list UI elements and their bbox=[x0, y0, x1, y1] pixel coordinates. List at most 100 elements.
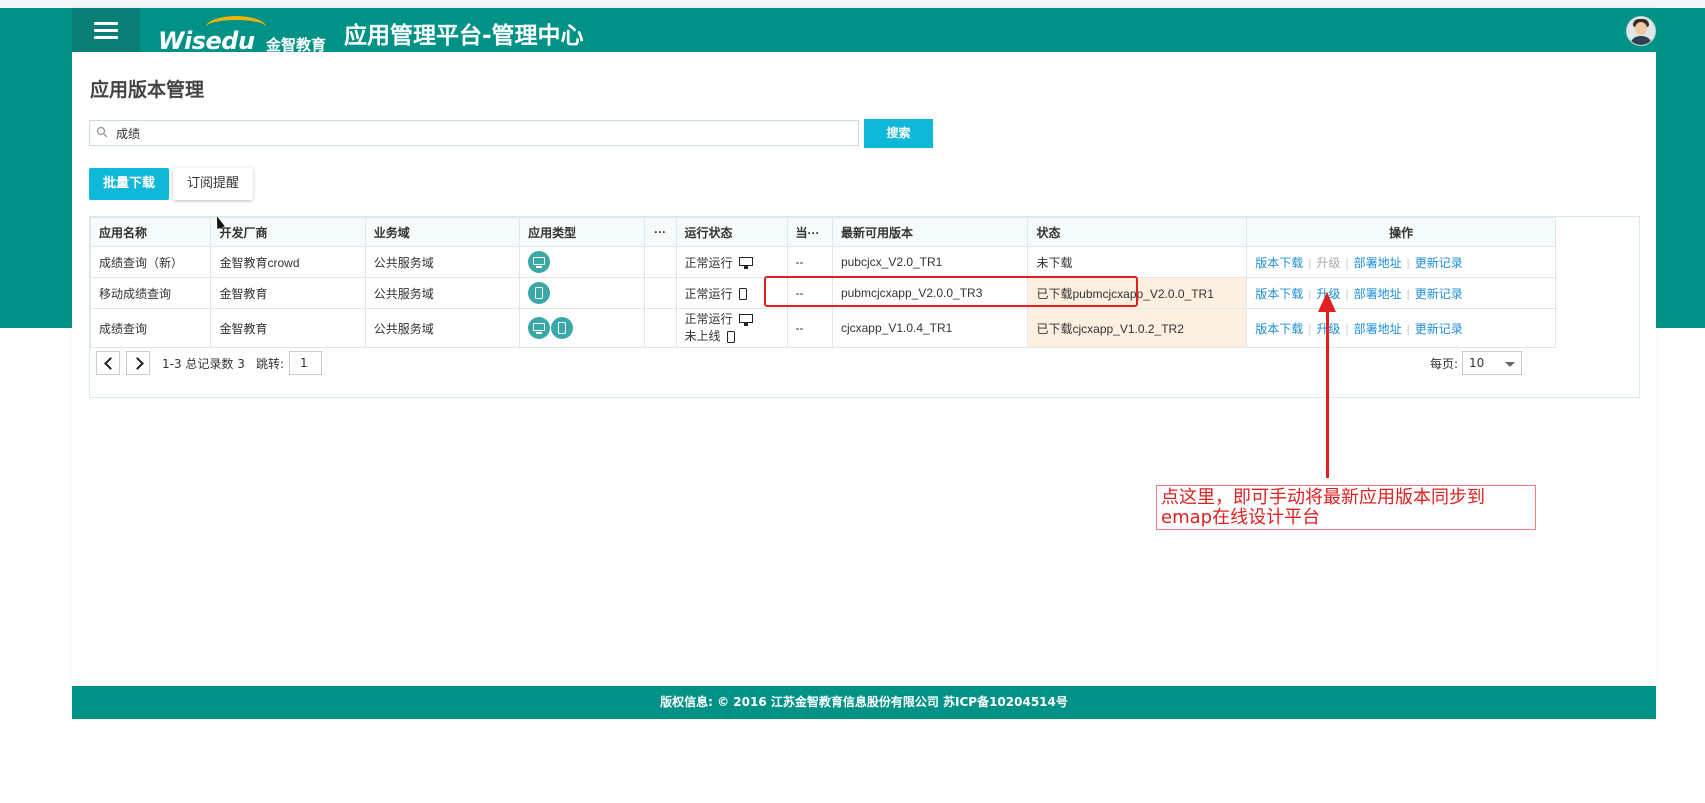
cell-more bbox=[643, 277, 677, 309]
next-page-button[interactable] bbox=[126, 351, 150, 375]
divider: | bbox=[1308, 255, 1312, 270]
annotation-highlight-box bbox=[764, 276, 1138, 307]
cell-latest-version: pubcjcx_V2.0_TR1 bbox=[831, 246, 1029, 278]
version-download-link[interactable]: 版本下载 bbox=[1255, 256, 1303, 270]
update-log-link[interactable]: 更新记录 bbox=[1415, 322, 1463, 336]
column-header-run-status[interactable]: 运行状态 bbox=[675, 217, 788, 247]
cell-name: 成绩查询 bbox=[89, 308, 212, 348]
pc-type-icon bbox=[528, 251, 551, 273]
cell-run-status: 正常运行 bbox=[675, 246, 788, 278]
column-header-more[interactable]: ··· bbox=[643, 217, 677, 247]
divider: | bbox=[1308, 321, 1312, 336]
page-title: 应用版本管理 bbox=[90, 79, 205, 101]
version-download-link[interactable]: 版本下载 bbox=[1255, 322, 1303, 336]
divider: | bbox=[1406, 286, 1410, 301]
column-header-name[interactable]: 应用名称 bbox=[89, 217, 212, 247]
divider: | bbox=[1308, 286, 1312, 301]
search-button[interactable]: 搜索 bbox=[864, 119, 933, 148]
column-header-current[interactable]: 当··· bbox=[786, 217, 833, 247]
monitor-icon bbox=[738, 257, 753, 270]
cell-vendor: 金智教育crowd bbox=[210, 246, 366, 278]
cell-more bbox=[643, 308, 677, 348]
divider: | bbox=[1345, 321, 1349, 336]
monitor-icon bbox=[738, 313, 753, 326]
cell-status: 未下载 bbox=[1027, 246, 1248, 278]
menu-bar-icon bbox=[94, 22, 118, 25]
table-row: 成绩查询 金智教育 公共服务域 正常运行 未上线 -- cjcxapp_V1.0… bbox=[89, 308, 1556, 348]
per-page-value: 10 bbox=[1469, 356, 1485, 370]
annotation-note: 点这里，即可手动将最新应用版本同步到emap在线设计平台 bbox=[1156, 485, 1536, 530]
footer: 版权信息: © 2016 江苏金智教育信息股份有限公司 苏ICP备1020451… bbox=[72, 686, 1656, 719]
top-strip bbox=[0, 0, 1705, 8]
cell-current: -- bbox=[786, 246, 833, 278]
cell-actions: 版本下载 | 升级 | 部署地址 | 更新记录 bbox=[1246, 246, 1556, 278]
top-header: Wisedu 金智教育 应用管理平台-管理中心 bbox=[72, 8, 1656, 55]
logo: Wisedu 金智教育 bbox=[154, 14, 334, 55]
deploy-address-link[interactable]: 部署地址 bbox=[1354, 322, 1402, 336]
cell-vendor: 金智教育 bbox=[210, 277, 366, 309]
per-page-select[interactable]: 10 bbox=[1462, 351, 1522, 375]
app-title: 应用管理平台-管理中心 bbox=[344, 23, 584, 49]
page-container: Wisedu 金智教育 应用管理平台-管理中心 应用版本管理 搜索 批量下载 订… bbox=[72, 8, 1656, 719]
cell-current: -- bbox=[786, 308, 833, 348]
phone-icon bbox=[738, 288, 747, 301]
deploy-address-link[interactable]: 部署地址 bbox=[1354, 256, 1402, 270]
menu-button[interactable] bbox=[72, 8, 140, 52]
jump-label: 跳转: bbox=[256, 357, 285, 371]
table-row: 成绩查询（新） 金智教育crowd 公共服务域 正常运行 -- pubcjcx_… bbox=[89, 246, 1556, 278]
pc-type-icon bbox=[528, 317, 551, 339]
pager: 1-3 总记录数 3 跳转: 1 每页: 10 bbox=[96, 351, 1634, 377]
divider: | bbox=[1345, 286, 1349, 301]
chevron-left-icon bbox=[104, 357, 117, 370]
cell-name: 移动成绩查询 bbox=[89, 277, 212, 309]
menu-bar-icon bbox=[94, 29, 118, 32]
table-header-row: 应用名称 开发厂商 业务域 应用类型 ··· 运行状态 当··· 最新可用版本 … bbox=[89, 217, 1556, 247]
column-header-vendor[interactable]: 开发厂商 bbox=[210, 217, 366, 247]
search-icon bbox=[96, 126, 108, 138]
cell-actions: 版本下载|升级|部署地址|更新记录 bbox=[1246, 308, 1556, 348]
chevron-down-icon bbox=[1505, 362, 1515, 367]
divider: | bbox=[1406, 321, 1410, 336]
divider: | bbox=[1406, 255, 1410, 270]
cell-more bbox=[643, 246, 677, 278]
version-download-link[interactable]: 版本下载 bbox=[1255, 287, 1303, 301]
update-log-link[interactable]: 更新记录 bbox=[1415, 256, 1463, 270]
cell-actions: 版本下载|升级|部署地址|更新记录 bbox=[1246, 277, 1556, 309]
batch-download-button[interactable]: 批量下载 bbox=[89, 168, 169, 200]
update-log-link[interactable]: 更新记录 bbox=[1415, 287, 1463, 301]
deploy-address-link[interactable]: 部署地址 bbox=[1354, 287, 1402, 301]
jump-input[interactable]: 1 bbox=[289, 351, 322, 375]
upgrade-link[interactable]: 升级 bbox=[1316, 256, 1340, 270]
cell-domain: 公共服务域 bbox=[364, 308, 521, 348]
run-status-text: 正常运行 bbox=[684, 255, 733, 270]
cell-run-status: 正常运行 未上线 bbox=[675, 308, 788, 348]
column-header-type[interactable]: 应用类型 bbox=[519, 217, 645, 247]
column-header-status[interactable]: 状态 bbox=[1027, 217, 1248, 247]
mobile-type-icon bbox=[528, 282, 551, 304]
pager-info: 1-3 总记录数 3 bbox=[162, 357, 245, 371]
column-header-domain[interactable]: 业务域 bbox=[364, 217, 521, 247]
run-status-text: 正常运行 bbox=[684, 312, 733, 326]
column-header-actions[interactable]: 操作 bbox=[1246, 217, 1556, 247]
cell-vendor: 金智教育 bbox=[210, 308, 366, 348]
annotation-arrow-line bbox=[1326, 300, 1329, 478]
cell-type bbox=[519, 277, 645, 309]
search-box bbox=[89, 120, 859, 146]
logo-text: Wisedu bbox=[158, 27, 255, 55]
column-header-latest-version[interactable]: 最新可用版本 bbox=[831, 217, 1029, 247]
logo-cn-text: 金智教育 bbox=[266, 36, 327, 54]
search-input[interactable] bbox=[112, 121, 856, 145]
cell-domain: 公共服务域 bbox=[364, 277, 521, 309]
cell-type bbox=[519, 308, 645, 348]
cell-name: 成绩查询（新） bbox=[89, 246, 212, 278]
app-version-grid: 应用名称 开发厂商 业务域 应用类型 ··· 运行状态 当··· 最新可用版本 … bbox=[89, 216, 1640, 398]
cell-status: 已下载cjcxapp_V1.0.2_TR2 bbox=[1027, 308, 1248, 348]
chevron-right-icon bbox=[131, 357, 144, 370]
subscribe-reminder-button[interactable]: 订阅提醒 bbox=[173, 168, 253, 200]
cell-type bbox=[519, 246, 645, 278]
cell-latest-version: cjcxapp_V1.0.4_TR1 bbox=[831, 308, 1029, 348]
prev-page-button[interactable] bbox=[96, 351, 120, 375]
divider: | bbox=[1345, 255, 1349, 270]
run-status-text: 正常运行 bbox=[684, 286, 733, 301]
user-avatar-icon[interactable] bbox=[1626, 16, 1656, 46]
